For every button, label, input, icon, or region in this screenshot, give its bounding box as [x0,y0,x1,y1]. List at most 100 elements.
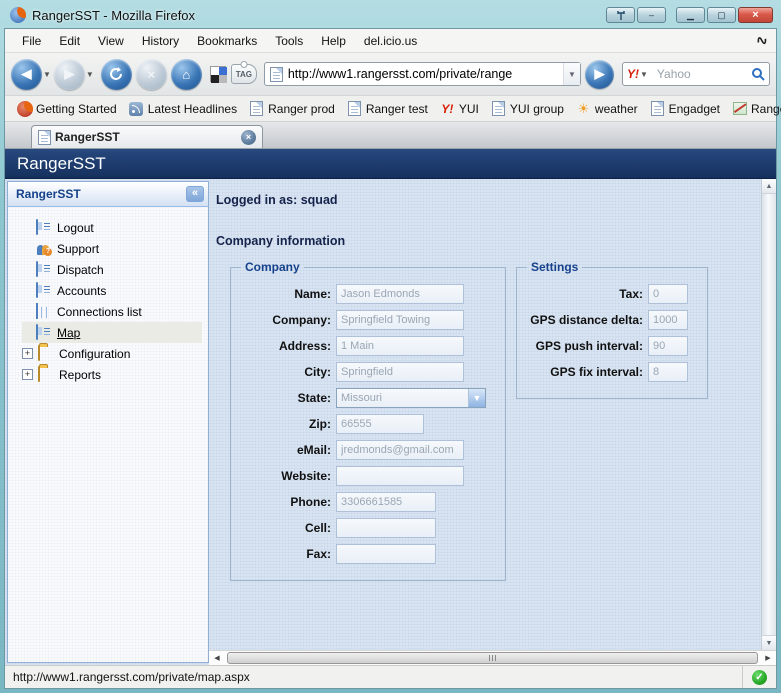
gps-push-field[interactable] [648,336,688,356]
folder-icon [38,346,54,362]
phone-label: Phone: [239,495,331,509]
zip-label: Zip: [239,417,331,431]
wrench-button[interactable] [606,7,635,23]
form-row-zip: Zip: [239,414,497,434]
bookmark-engadget[interactable]: Engadget [646,99,724,118]
sidebar-item-reports[interactable]: + Reports [22,364,208,385]
title-bar: RangerSST - Mozilla Firefox – ▁ ▢ × [4,0,777,28]
form-row-gps-distance: GPS distance delta: [525,310,699,330]
form-row-address: Address: [239,336,497,356]
close-button[interactable]: × [738,7,773,23]
delicious-icon[interactable] [210,66,226,82]
scroll-up-icon[interactable]: ▲ [762,179,776,194]
tax-field[interactable] [648,284,688,304]
website-field[interactable] [336,466,464,486]
tab-close-icon[interactable]: × [241,130,256,145]
forward-button[interactable]: ▶ [54,59,85,90]
rss-icon [129,101,144,116]
horizontal-scrollbar[interactable]: ◀ ▶ [209,650,776,665]
company-field[interactable] [336,310,464,330]
search-magnifier-icon[interactable] [751,67,765,81]
search-engine-dropdown-icon[interactable]: ▼ [640,70,648,79]
bookmark-ranger-prod[interactable]: Ranger prod [245,99,339,118]
state-select[interactable]: Missouri ▼ [336,388,486,408]
chevron-down-icon[interactable]: ▼ [468,389,485,407]
security-check-icon[interactable]: ✓ [752,670,767,685]
menu-tools[interactable]: Tools [266,31,312,51]
sidebar-item-dispatch[interactable]: Dispatch [22,259,208,280]
bookmark-label: Engadget [669,102,720,116]
bookmark-yui-group[interactable]: YUI group [487,99,568,118]
back-dropdown-icon[interactable]: ▼ [43,70,51,79]
form-row-state: State: Missouri ▼ [239,388,497,408]
bookmark-ranger-wiki[interactable]: Ranger wiki [728,99,781,118]
sidebar-item-connections-list[interactable]: Connections list [22,301,208,322]
menu-bar: File Edit View History Bookmarks Tools H… [5,29,776,53]
horizontal-scroll-thumb[interactable] [227,652,758,664]
home-button[interactable]: ⌂ [171,59,202,90]
minimize-button[interactable]: ▁ [676,7,705,23]
scroll-left-icon[interactable]: ◀ [209,651,225,665]
bookmark-weather[interactable]: ☀ weather [572,99,642,118]
search-input[interactable]: Yahoo [657,67,751,81]
url-history-dropdown[interactable]: ▼ [563,63,580,85]
stop-button[interactable]: × [136,59,167,90]
extra-toolbar-button[interactable]: – [637,7,666,23]
go-button[interactable]: ▶ [585,60,614,89]
bookmark-ranger-test[interactable]: Ranger test [343,99,432,118]
menu-delicious[interactable]: del.icio.us [355,31,426,51]
content-row: Logged in as: squad Company information … [209,179,776,650]
browser-chrome: File Edit View History Bookmarks Tools H… [4,28,777,689]
status-bar: http://www1.rangersst.com/private/map.as… [5,665,776,688]
yahoo-search-icon[interactable]: Y! [627,67,639,81]
state-selected-value: Missouri [337,392,468,404]
sidebar-item-logout[interactable]: Logout [22,217,208,238]
vertical-scrollbar[interactable]: ▲ ▼ [761,179,776,650]
menu-bookmarks[interactable]: Bookmarks [188,31,266,51]
sidebar-item-label: Reports [59,368,101,382]
menu-help[interactable]: Help [312,31,355,51]
tab-rangersst[interactable]: RangerSST × [31,125,263,148]
fax-field[interactable] [336,544,436,564]
back-button[interactable]: ◀ [11,59,42,90]
page-icon [347,101,362,116]
cell-field[interactable] [336,518,436,538]
zip-field[interactable] [336,414,424,434]
menu-file[interactable]: File [13,31,50,51]
city-field[interactable] [336,362,464,382]
status-right-panel: ✓ [742,666,776,688]
maximize-button[interactable]: ▢ [707,7,736,23]
settings-fieldset: Settings Tax: GPS distance delta: [516,260,708,399]
bookmark-label: Latest Headlines [148,102,237,116]
url-bar[interactable]: http://www1.rangersst.com/private/range … [264,62,581,86]
forward-dropdown-icon[interactable]: ▼ [86,70,94,79]
extension-swoosh-icon[interactable]: ∿ [754,31,770,50]
tag-button[interactable]: TAG [231,64,257,84]
gps-fix-field[interactable] [648,362,688,382]
search-box[interactable]: Y! ▼ Yahoo [622,62,770,86]
form-row-tax: Tax: [525,284,699,304]
menu-edit[interactable]: Edit [50,31,89,51]
bookmark-getting-started[interactable]: Getting Started [13,99,121,118]
sidebar-item-support[interactable]: ? Support [22,238,208,259]
support-icon: ? [36,241,52,256]
scroll-right-icon[interactable]: ▶ [760,651,776,665]
address-field[interactable] [336,336,464,356]
bookmark-latest-headlines[interactable]: Latest Headlines [125,99,241,118]
expand-plus-icon[interactable]: + [22,369,33,380]
gps-distance-field[interactable] [648,310,688,330]
email-field[interactable] [336,440,464,460]
collapse-sidebar-button[interactable]: « [186,186,204,202]
menu-view[interactable]: View [89,31,133,51]
phone-field[interactable] [336,492,436,512]
name-field[interactable] [336,284,464,304]
url-input[interactable]: http://www1.rangersst.com/private/range [288,67,563,81]
sidebar-item-map[interactable]: Map [22,322,202,343]
bookmark-yui[interactable]: Y! YUI [436,99,483,118]
sidebar-item-configuration[interactable]: + Configuration [22,343,208,364]
sidebar-item-accounts[interactable]: Accounts [22,280,208,301]
menu-history[interactable]: History [133,31,188,51]
scroll-down-icon[interactable]: ▼ [762,635,776,650]
expand-plus-icon[interactable]: + [22,348,33,359]
reload-button[interactable] [101,59,132,90]
